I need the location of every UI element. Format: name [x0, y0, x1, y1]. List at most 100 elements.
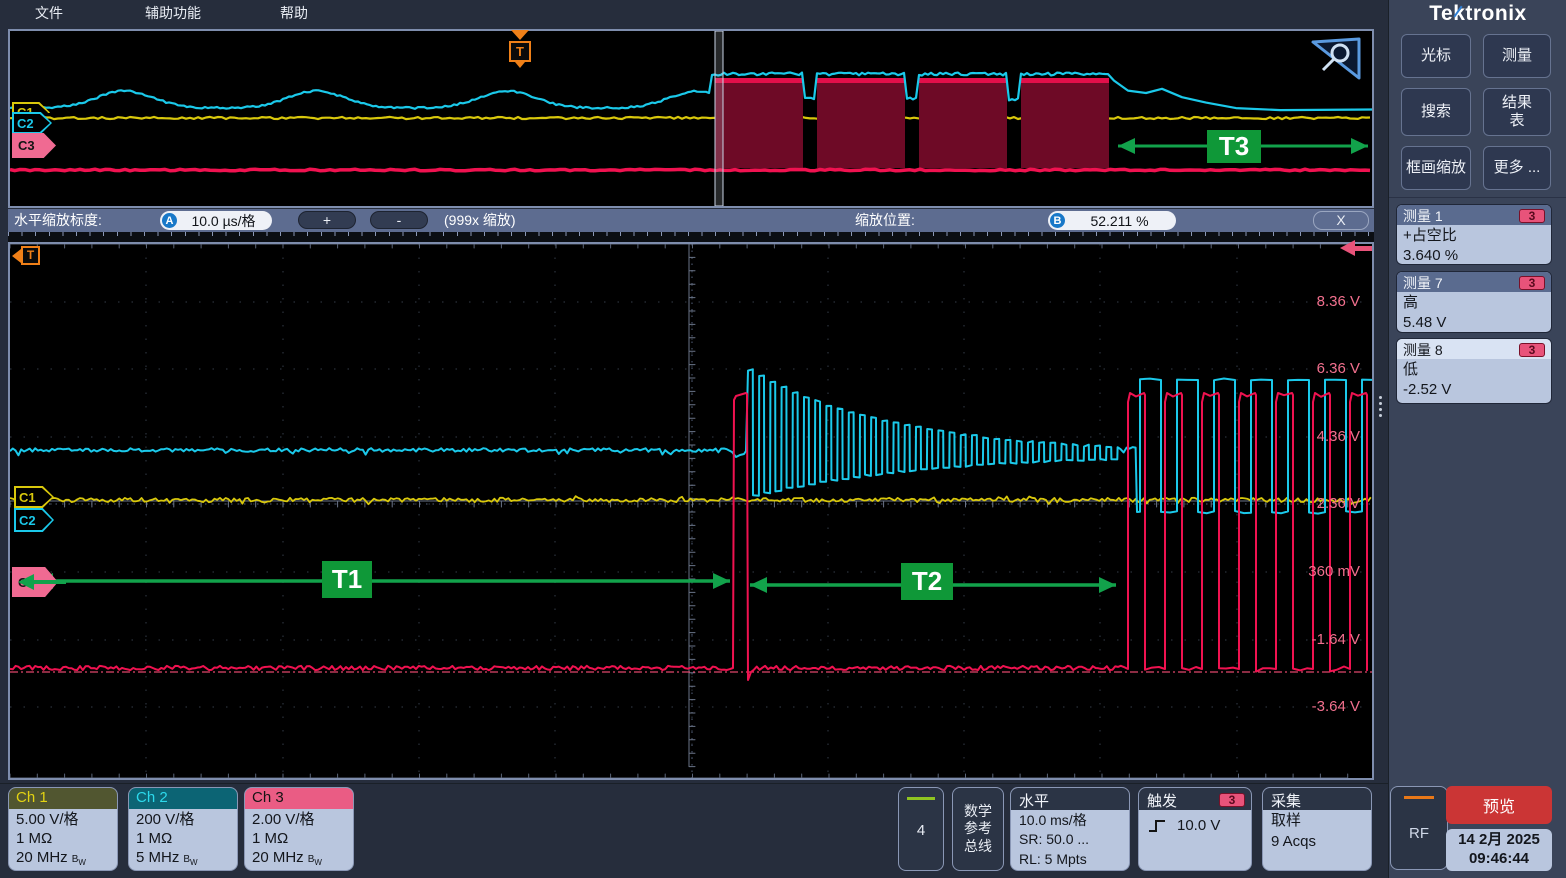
measurement-1-title: 测量 1: [1403, 206, 1443, 226]
rf-badge[interactable]: RF: [1390, 786, 1448, 870]
bandwidth-limit-icon: BW: [72, 854, 86, 865]
t2-annotation-label: T2: [901, 563, 953, 600]
horizontal-scale: 10.0 ms/格: [1019, 811, 1121, 830]
trigger-level-arrow[interactable]: [1340, 240, 1372, 256]
measurement-1-source-badge: 3: [1519, 209, 1545, 223]
zoom-scale-value[interactable]: A 10.0 µs/格: [160, 211, 272, 230]
measurement-8-title: 测量 8: [1403, 340, 1443, 360]
measurement-1-name: +占空比: [1403, 226, 1545, 246]
sidebar: Tektronix 光标 测量 搜索 结果表 框画缩放 更多 ...: [1388, 0, 1566, 878]
measurement-card-1[interactable]: 测量 1 3 +占空比3.640 %: [1396, 204, 1552, 265]
horizontal-badge[interactable]: 水平 10.0 ms/格 SR: 50.0 ... RL: 5 Mpts: [1010, 787, 1130, 871]
channel-2-scale: 200 V/格: [136, 811, 237, 830]
volt-label-6: -1.64 V: [1290, 631, 1360, 649]
zoom-close-button[interactable]: X: [1313, 211, 1369, 230]
overview-waveform-svg: [10, 31, 1372, 206]
trigger-arrow-icon: [12, 249, 21, 263]
menu-utility[interactable]: 辅助功能: [145, 0, 201, 27]
trigger-title: 触发: [1147, 790, 1177, 811]
volt-label-1: 8.36 V: [1290, 293, 1360, 311]
measurement-8-value: -2.52 V: [1403, 380, 1545, 400]
channel-2-badge[interactable]: Ch 2 200 V/格 1 MΩ 5 MHz BW: [128, 787, 238, 871]
zoom-in-button[interactable]: +: [298, 211, 356, 229]
zoom-position-value[interactable]: B 52.211 %: [1048, 211, 1176, 230]
measurement-card-7[interactable]: 测量 73 高5.48 V: [1396, 271, 1552, 333]
channel-1-scale: 5.00 V/格: [16, 811, 117, 830]
t3-annotation-label: T3: [1207, 130, 1261, 163]
rising-edge-icon: [1147, 818, 1167, 834]
channel-1-badge[interactable]: Ch 1 5.00 V/格 1 MΩ 20 MHz BW: [8, 787, 118, 871]
acquisition-mode: 取样: [1271, 811, 1363, 832]
acquisition-badge[interactable]: 采集 取样 9 Acqs: [1262, 787, 1372, 871]
rf-label: RF: [1391, 825, 1447, 842]
channel-1-impedance: 1 MΩ: [16, 830, 117, 849]
main-waveform-svg: [10, 244, 1372, 778]
main-trigger-t-label: T: [21, 246, 40, 265]
volt-label-7: -3.64 V: [1290, 698, 1360, 716]
menu-help[interactable]: 帮助: [280, 0, 308, 27]
zoom-scale-readout: 10.0 µs/格: [183, 211, 264, 231]
menu-bar: 文件 辅助功能 帮助: [0, 0, 1388, 27]
measurement-card-8[interactable]: 测量 8 3 低-2.52 V: [1396, 338, 1552, 404]
zoom-position-ruler[interactable]: [8, 232, 1374, 242]
measurement-8-name: 低: [1403, 360, 1545, 380]
channel-4-label: 4: [899, 822, 943, 839]
channel-2-impedance: 1 MΩ: [136, 830, 237, 849]
overview-channel-1-tag[interactable]: C1: [12, 102, 50, 113]
menu-file[interactable]: 文件: [35, 0, 63, 27]
overview-channel-1-tag-label: C1: [12, 102, 50, 113]
box-zoom-button[interactable]: 框画缩放: [1401, 146, 1471, 190]
knob-a-icon: A: [162, 213, 177, 228]
horizontal-title: 水平: [1019, 790, 1049, 811]
channel-1-name: Ch 1: [9, 788, 117, 809]
measure-button[interactable]: 测量: [1483, 34, 1551, 78]
channel-3-scale: 2.00 V/格: [252, 811, 353, 830]
measurement-8-source-badge: 3: [1519, 343, 1545, 357]
trigger-t-label: T: [509, 41, 531, 62]
record-length: RL: 5 Mpts: [1019, 850, 1121, 869]
main-waveform-area[interactable]: [8, 242, 1374, 780]
overview-magnifier-icon[interactable]: [1308, 36, 1362, 86]
measurement-7-source-badge: 3: [1519, 276, 1545, 290]
t1-arrow-start: [18, 574, 68, 590]
zoom-scale-label: 水平缩放标度:: [14, 209, 102, 232]
bandwidth-limit-icon: BW: [183, 854, 197, 865]
channel-4-badge[interactable]: 4: [898, 787, 944, 871]
acquisition-title: 采集: [1271, 790, 1301, 811]
t1-annotation-label: T1: [322, 561, 372, 598]
more-button[interactable]: 更多 ...: [1483, 146, 1551, 190]
channel-3-name: Ch 3: [245, 788, 353, 809]
channel-2-bandwidth: 5 MHz: [136, 849, 179, 866]
oscilloscope-screen: 文件 辅助功能 帮助 C1 C2 C3 T T3 水平缩放标度: A 10.0 …: [0, 0, 1566, 878]
zoom-position-label: 缩放位置:: [855, 209, 915, 232]
overview-trigger-marker[interactable]: T: [507, 30, 533, 68]
datetime-display: 14 2月 2025 09:46:44: [1446, 829, 1552, 871]
search-button[interactable]: 搜索: [1401, 88, 1471, 136]
cursors-button[interactable]: 光标: [1401, 34, 1471, 78]
overview-channel-3-tag-label: C3: [18, 138, 35, 153]
measurement-7-value: 5.48 V: [1403, 313, 1545, 333]
trigger-position-icon: [511, 30, 529, 40]
results-table-button[interactable]: 结果表: [1483, 88, 1551, 136]
sample-rate: SR: 50.0 ...: [1019, 830, 1121, 849]
trigger-badge[interactable]: 触发3 10.0 V: [1138, 787, 1252, 871]
channel-1-bandwidth: 20 MHz: [16, 849, 68, 866]
volt-label-5: 360 mV: [1290, 563, 1360, 581]
channel-4-color-bar: [907, 797, 935, 800]
volt-label-4: 2.36 V: [1290, 495, 1360, 513]
date-text: 14 2月 2025: [1458, 831, 1540, 850]
acquisition-count: 9 Acqs: [1271, 832, 1363, 853]
volt-label-3: 4.36 V: [1290, 428, 1360, 446]
overview-waveform-area[interactable]: [8, 29, 1374, 208]
channel-2-name: Ch 2: [129, 788, 237, 809]
time-text: 09:46:44: [1469, 850, 1529, 869]
measurement-1-value: 3.640 %: [1403, 246, 1545, 266]
measurement-7-name: 高: [1403, 293, 1545, 313]
math-ref-bus-button[interactable]: 数学 参考 总线: [952, 787, 1004, 871]
channel-3-badge[interactable]: Ch 3 2.00 V/格 1 MΩ 20 MHzBW: [244, 787, 354, 871]
main-trigger-marker[interactable]: T: [12, 246, 40, 265]
preview-button[interactable]: 预览: [1446, 786, 1552, 824]
channel-3-bandwidth: 20 MHz: [252, 849, 304, 866]
zoom-out-button[interactable]: -: [370, 211, 428, 229]
panel-drag-handle[interactable]: [1377, 396, 1383, 417]
